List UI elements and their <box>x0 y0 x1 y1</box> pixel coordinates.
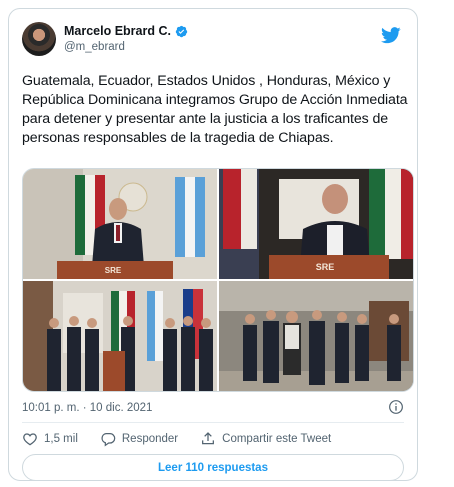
read-replies-button[interactable]: Leer 110 respuestas <box>22 454 404 481</box>
tweet-header: Marcelo Ebrard C. @m_ebrard <box>22 22 404 66</box>
podium-sign-2: SRE <box>316 262 335 272</box>
tweet-timestamp[interactable]: 10:01 p. m. · 10 dic. 2021 <box>22 402 152 414</box>
tweet-actions: 1,5 mil Responder Compartir este Tweet <box>22 430 404 448</box>
like-count: 1,5 mil <box>44 433 78 445</box>
reply-button[interactable]: Responder <box>100 431 178 447</box>
verified-badge-icon <box>175 25 188 37</box>
divider <box>22 422 404 423</box>
like-button[interactable]: 1,5 mil <box>22 431 78 447</box>
twitter-bird-icon[interactable] <box>381 27 401 44</box>
author-display-name[interactable]: Marcelo Ebrard C. <box>64 24 171 38</box>
heart-icon <box>23 433 37 446</box>
tweet-photo-3[interactable] <box>23 281 217 391</box>
podium-sign-1: SRE <box>105 266 122 275</box>
share-button[interactable]: Compartir este Tweet <box>200 431 331 447</box>
share-upload-icon <box>202 432 215 445</box>
tweet-card[interactable]: Marcelo Ebrard C. @m_ebrard Guatemala, E… <box>8 8 418 481</box>
info-icon[interactable] <box>388 399 404 415</box>
tweet-text: Guatemala, Ecuador, Estados Unidos , Hon… <box>22 73 408 146</box>
tweet-media-grid: SRE SRE <box>22 168 414 392</box>
tweet-photo-2[interactable]: SRE <box>219 169 413 279</box>
reply-bubble-icon <box>101 433 116 447</box>
reply-label: Responder <box>121 433 179 445</box>
avatar[interactable] <box>22 22 56 56</box>
tweet-photo-4[interactable] <box>219 281 413 391</box>
share-label: Compartir este Tweet <box>222 433 332 445</box>
tweet-photo-1[interactable]: SRE <box>23 169 217 279</box>
author-name-row[interactable]: Marcelo Ebrard C. <box>64 24 188 38</box>
author-handle[interactable]: @m_ebrard <box>64 41 125 53</box>
